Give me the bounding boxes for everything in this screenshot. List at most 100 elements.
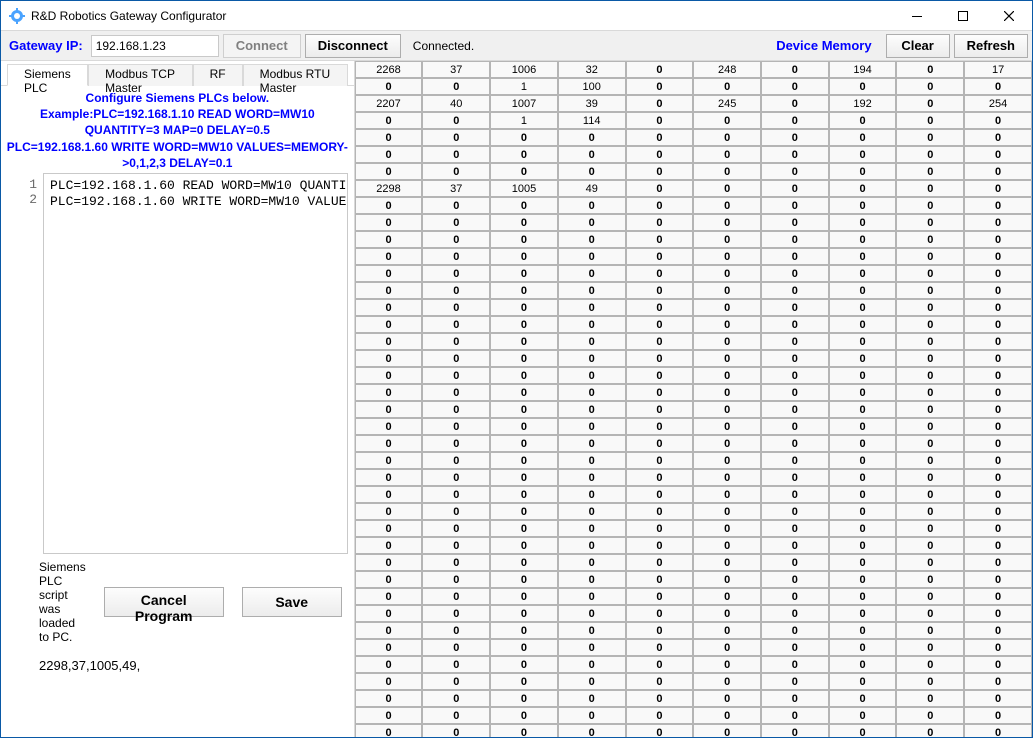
memory-cell[interactable]: 0 xyxy=(896,435,964,452)
memory-cell[interactable]: 0 xyxy=(422,690,490,707)
memory-cell[interactable]: 0 xyxy=(693,724,761,737)
memory-cell[interactable]: 0 xyxy=(964,282,1032,299)
memory-cell[interactable]: 0 xyxy=(626,316,694,333)
memory-cell[interactable]: 248 xyxy=(693,61,761,78)
memory-cell[interactable]: 0 xyxy=(693,571,761,588)
memory-cell[interactable]: 0 xyxy=(558,197,626,214)
memory-cell[interactable]: 0 xyxy=(964,503,1032,520)
memory-cell[interactable]: 0 xyxy=(355,214,423,231)
title-bar[interactable]: R&D Robotics Gateway Configurator xyxy=(1,1,1032,31)
memory-cell[interactable]: 0 xyxy=(964,197,1032,214)
memory-cell[interactable]: 192 xyxy=(829,95,897,112)
memory-cell[interactable]: 0 xyxy=(626,231,694,248)
tab-modbus-tcp[interactable]: Modbus TCP Master xyxy=(88,64,192,86)
memory-cell[interactable]: 0 xyxy=(761,656,829,673)
memory-cell[interactable]: 0 xyxy=(626,469,694,486)
memory-cell[interactable]: 0 xyxy=(761,78,829,95)
memory-cell[interactable]: 0 xyxy=(896,197,964,214)
memory-cell[interactable]: 0 xyxy=(558,520,626,537)
memory-cell[interactable]: 0 xyxy=(761,571,829,588)
memory-cell[interactable]: 0 xyxy=(829,486,897,503)
memory-cell[interactable]: 0 xyxy=(829,469,897,486)
memory-cell[interactable]: 0 xyxy=(761,231,829,248)
memory-cell[interactable]: 0 xyxy=(964,435,1032,452)
clear-button[interactable]: Clear xyxy=(886,34,950,58)
device-memory-grid[interactable]: 2268371006320248019401700110000000022074… xyxy=(355,61,1032,737)
memory-cell[interactable]: 0 xyxy=(964,690,1032,707)
memory-cell[interactable]: 0 xyxy=(558,129,626,146)
memory-cell[interactable]: 0 xyxy=(355,537,423,554)
memory-cell[interactable]: 0 xyxy=(422,554,490,571)
memory-cell[interactable]: 1006 xyxy=(490,61,558,78)
memory-cell[interactable]: 0 xyxy=(964,214,1032,231)
memory-cell[interactable]: 0 xyxy=(964,299,1032,316)
memory-cell[interactable]: 0 xyxy=(829,520,897,537)
memory-cell[interactable]: 32 xyxy=(558,61,626,78)
memory-cell[interactable]: 0 xyxy=(558,469,626,486)
memory-cell[interactable]: 0 xyxy=(693,333,761,350)
memory-cell[interactable]: 0 xyxy=(829,401,897,418)
memory-cell[interactable]: 0 xyxy=(693,78,761,95)
memory-cell[interactable]: 0 xyxy=(896,588,964,605)
memory-cell[interactable]: 0 xyxy=(558,418,626,435)
memory-cell[interactable]: 0 xyxy=(693,367,761,384)
memory-cell[interactable]: 0 xyxy=(626,452,694,469)
memory-cell[interactable]: 0 xyxy=(355,163,423,180)
memory-cell[interactable]: 0 xyxy=(355,78,423,95)
memory-cell[interactable]: 0 xyxy=(490,588,558,605)
memory-cell[interactable]: 0 xyxy=(964,724,1032,737)
memory-cell[interactable]: 0 xyxy=(558,622,626,639)
memory-cell[interactable]: 0 xyxy=(558,588,626,605)
memory-cell[interactable]: 0 xyxy=(355,724,423,737)
memory-cell[interactable]: 0 xyxy=(896,129,964,146)
memory-cell[interactable]: 0 xyxy=(964,588,1032,605)
memory-cell[interactable]: 0 xyxy=(490,316,558,333)
memory-cell[interactable]: 0 xyxy=(896,401,964,418)
memory-cell[interactable]: 0 xyxy=(626,367,694,384)
memory-cell[interactable]: 0 xyxy=(626,384,694,401)
memory-cell[interactable]: 0 xyxy=(829,112,897,129)
memory-cell[interactable]: 0 xyxy=(558,367,626,384)
memory-cell[interactable]: 0 xyxy=(355,673,423,690)
memory-cell[interactable]: 0 xyxy=(558,333,626,350)
memory-cell[interactable]: 0 xyxy=(355,350,423,367)
memory-cell[interactable]: 0 xyxy=(964,571,1032,588)
memory-cell[interactable]: 0 xyxy=(490,401,558,418)
close-button[interactable] xyxy=(986,1,1032,31)
memory-cell[interactable]: 0 xyxy=(829,605,897,622)
memory-cell[interactable]: 0 xyxy=(693,588,761,605)
memory-cell[interactable]: 0 xyxy=(558,350,626,367)
memory-cell[interactable]: 0 xyxy=(829,554,897,571)
memory-cell[interactable]: 0 xyxy=(693,503,761,520)
memory-cell[interactable]: 0 xyxy=(490,724,558,737)
memory-cell[interactable]: 0 xyxy=(490,452,558,469)
memory-cell[interactable]: 0 xyxy=(626,520,694,537)
memory-cell[interactable]: 0 xyxy=(422,673,490,690)
memory-cell[interactable]: 0 xyxy=(761,520,829,537)
memory-cell[interactable]: 0 xyxy=(422,639,490,656)
memory-cell[interactable]: 0 xyxy=(490,656,558,673)
memory-cell[interactable]: 0 xyxy=(829,622,897,639)
memory-cell[interactable]: 0 xyxy=(829,163,897,180)
memory-cell[interactable]: 0 xyxy=(626,401,694,418)
memory-cell[interactable]: 0 xyxy=(896,554,964,571)
memory-cell[interactable]: 0 xyxy=(964,333,1032,350)
memory-cell[interactable]: 0 xyxy=(626,690,694,707)
memory-cell[interactable]: 0 xyxy=(355,690,423,707)
memory-cell[interactable]: 0 xyxy=(626,486,694,503)
memory-cell[interactable]: 0 xyxy=(355,282,423,299)
memory-cell[interactable]: 0 xyxy=(626,146,694,163)
memory-cell[interactable]: 0 xyxy=(355,333,423,350)
memory-cell[interactable]: 0 xyxy=(693,707,761,724)
memory-cell[interactable]: 0 xyxy=(761,367,829,384)
memory-cell[interactable]: 0 xyxy=(626,418,694,435)
memory-cell[interactable]: 2298 xyxy=(355,180,423,197)
memory-cell[interactable]: 0 xyxy=(896,282,964,299)
memory-cell[interactable]: 0 xyxy=(964,350,1032,367)
memory-cell[interactable]: 0 xyxy=(626,112,694,129)
memory-cell[interactable]: 0 xyxy=(558,282,626,299)
memory-cell[interactable]: 0 xyxy=(964,231,1032,248)
memory-cell[interactable]: 0 xyxy=(896,486,964,503)
memory-cell[interactable]: 0 xyxy=(355,197,423,214)
memory-cell[interactable]: 0 xyxy=(490,435,558,452)
